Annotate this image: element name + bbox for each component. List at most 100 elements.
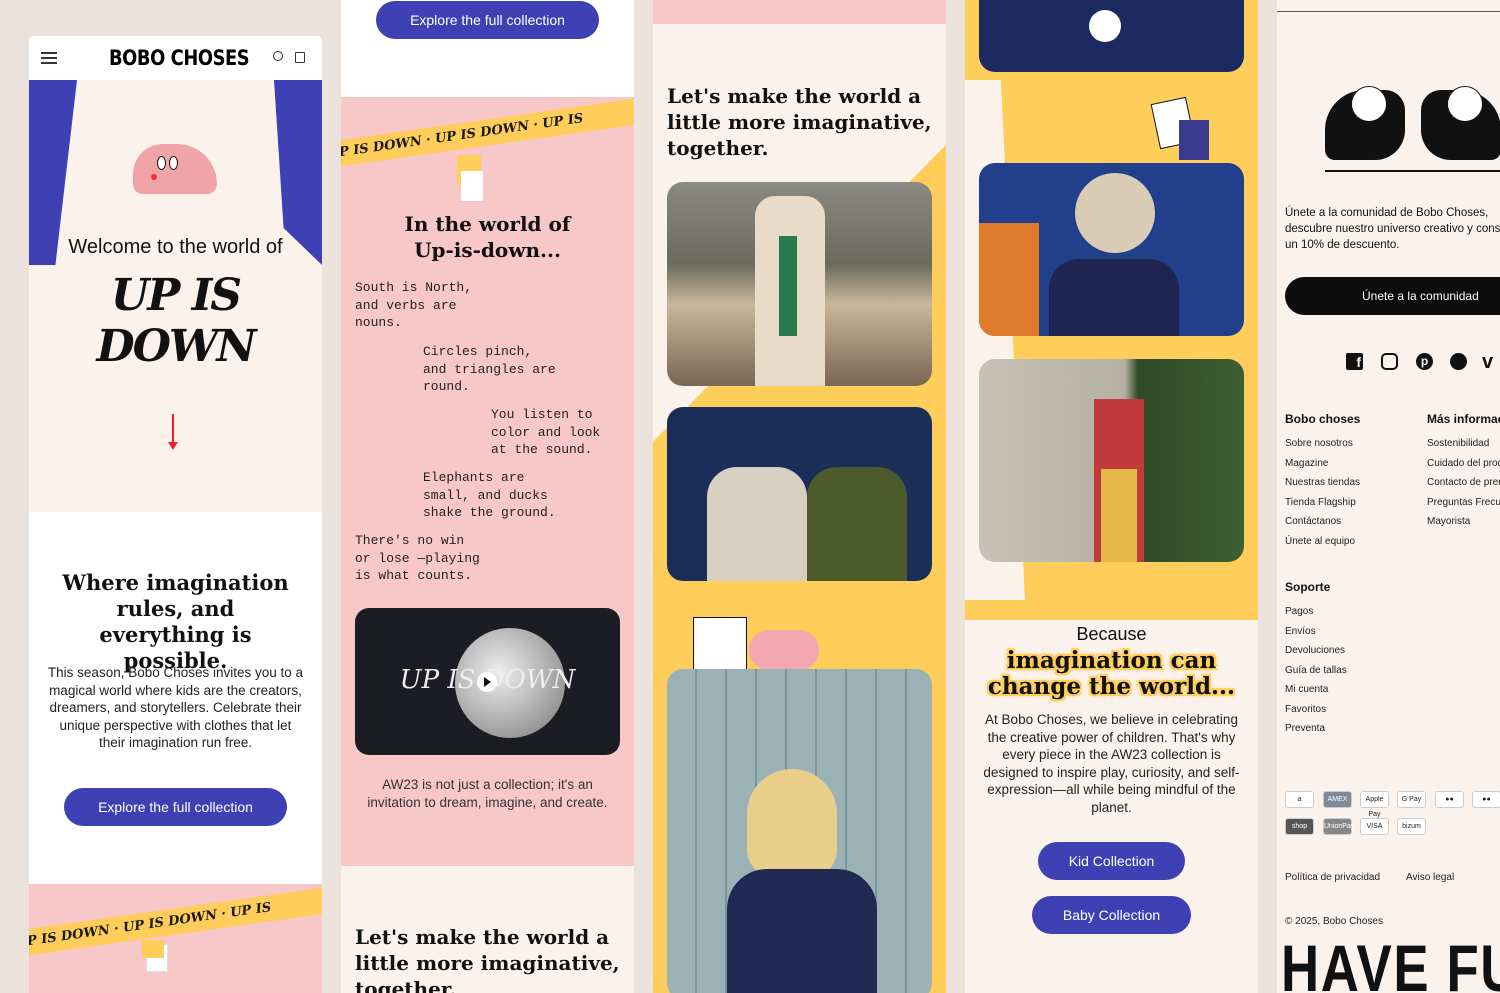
footer-col-title: Bobo choses (1285, 412, 1361, 426)
poem-line-4: Elephants are small, and ducks shake the… (423, 470, 556, 520)
photo-boy-sherpa (667, 182, 932, 386)
amex-icon: AMEX (1323, 791, 1352, 808)
google-pay-icon: G Pay (1397, 791, 1426, 808)
imaginative-heading-2: Let's make the world a little more imagi… (667, 84, 932, 160)
photo-blonde-girl (667, 669, 932, 993)
pinterest-icon[interactable]: p (1416, 353, 1433, 370)
divider (1277, 11, 1500, 12)
bag-icon[interactable] (295, 52, 305, 63)
facebook-icon[interactable]: f (1346, 353, 1363, 370)
search-icon[interactable] (273, 51, 283, 61)
hero-title: UP IS DOWN (96, 270, 256, 372)
poem-line-1: South is North, and verbs are nouns. (355, 280, 473, 330)
video-player[interactable]: UP IS DOWN (355, 608, 620, 755)
footer-col-title: Más información (1427, 412, 1500, 426)
hero-pretitle: Welcome to the world of (68, 236, 283, 258)
menu-icon[interactable] (41, 52, 57, 64)
intro-section: Where imagination rules, and everything … (29, 512, 322, 884)
brand-logo[interactable]: BOBO CHOSES (109, 46, 250, 70)
vimeo-icon[interactable]: v (1482, 351, 1493, 374)
panel-world: Explore the full collection N · UP IS DO… (341, 0, 634, 993)
footer-link[interactable]: Guía de tallas (1285, 661, 1415, 681)
footer-col-support: Soporte Pagos Envíos Devoluciones Guía d… (1285, 580, 1415, 739)
photo-girl-wall (979, 359, 1244, 562)
top-nav: BOBO CHOSES (29, 36, 322, 80)
footer-link[interactable]: Magazine (1285, 454, 1415, 474)
pink-section: N · UP IS DOWN · UP IS DOWN · UP IS (29, 881, 322, 993)
maestro-icon: ●● (1472, 791, 1500, 808)
apple-pay-icon: Apple Pay (1360, 791, 1389, 818)
panel-home: BOBO CHOSES Welcome to the world of UP I… (29, 36, 322, 993)
footer-link[interactable]: Mi cuenta (1285, 680, 1415, 700)
footer-link[interactable]: Nuestras tiendas (1285, 473, 1415, 493)
footer-link[interactable]: Envíos (1285, 622, 1415, 642)
ticker-banner-2: N · UP IS DOWN · UP IS DOWN · UP IS (341, 92, 634, 172)
copyright: © 2025, Bobo Choses (1285, 916, 1383, 927)
footer-link[interactable]: Pagos (1285, 602, 1415, 622)
community-text: Únete a la comunidad de Bobo Choses, des… (1285, 207, 1500, 251)
pipe-character-body (461, 171, 483, 201)
baby-collection-button[interactable]: Baby Collection (1032, 896, 1191, 934)
footer-link[interactable]: Preguntas Frecuentes (1427, 493, 1500, 513)
social-row: f p v (1346, 351, 1500, 374)
because-pre: Because (1076, 624, 1147, 644)
legal-privacy-link[interactable]: Política de privacidad (1285, 872, 1380, 883)
footer-link[interactable]: Contáctanos (1285, 512, 1415, 532)
spotify-icon[interactable] (1450, 353, 1467, 370)
explore-collection-button-2[interactable]: Explore the full collection (376, 1, 599, 39)
footer-link[interactable]: Favoritos (1285, 700, 1415, 720)
ticker-banner: N · UP IS DOWN · UP IS DOWN · UP IS (29, 881, 322, 961)
pipe-character-head (142, 940, 164, 958)
shop-pay-icon: shop (1285, 818, 1314, 835)
highlight-heading: imagination can change the world... (979, 648, 1244, 700)
footer-link[interactable]: Sostenibilidad (1427, 434, 1500, 454)
amazon-pay-icon: a (1285, 791, 1314, 808)
hero: Welcome to the world of UP IS DOWN (29, 80, 322, 512)
panel-because: Because imagination can change the world… (965, 0, 1258, 993)
explore-collection-button[interactable]: Explore the full collection (64, 788, 287, 826)
join-community-button[interactable]: Únete a la comunidad (1285, 277, 1500, 315)
hands-illustration (1325, 60, 1500, 190)
mastercard-icon: ●● (1435, 791, 1464, 808)
mushroom-character (133, 144, 217, 194)
cream-section: Let's make the world a little more imagi… (341, 866, 634, 993)
footer-link[interactable]: Contacto de prensa (1427, 473, 1500, 493)
bizum-icon: bizum (1397, 818, 1426, 835)
footer-link[interactable]: Preventa (1285, 719, 1415, 739)
photo-flower-sweater (979, 0, 1244, 72)
imaginative-heading: Let's make the world a little more imagi… (355, 925, 620, 993)
unionpay-icon: UnionPay (1323, 818, 1354, 835)
footer-link[interactable]: Mayorista (1427, 512, 1500, 532)
footer-link[interactable]: Cuidado del producto (1427, 454, 1500, 474)
intro-body: This season, Bobo Choses invites you to … (47, 665, 304, 750)
notepad-character-body (1179, 120, 1209, 160)
legal-notice-link[interactable]: Aviso legal (1406, 872, 1454, 883)
panel-footer: Únete a la comunidad de Bobo Choses, des… (1277, 0, 1500, 993)
footer-link[interactable]: Únete al equipo (1285, 532, 1415, 552)
footer-col-bobo: Bobo choses Sobre nosotros Magazine Nues… (1285, 412, 1415, 551)
instagram-icon[interactable] (1381, 353, 1398, 370)
footer-col-info: Más información Sostenibilidad Cuidado d… (1427, 412, 1500, 532)
poem-line-5: There's no win or lose —playing is what … (355, 533, 480, 583)
arrow-head (168, 442, 178, 450)
play-icon[interactable] (477, 672, 497, 692)
kid-collection-button[interactable]: Kid Collection (1038, 842, 1185, 880)
video-caption: AW23 is not just a collection; it's an i… (367, 777, 608, 810)
poem-line-3: You listen to color and look at the soun… (491, 407, 601, 457)
world-heading: In the world of Up-is-down... (404, 212, 571, 262)
elephant-character (749, 630, 819, 670)
visa-icon: VISA (1360, 818, 1389, 835)
big-footer-wordmark: HAVE FUN (1281, 931, 1500, 993)
intro-heading: Where imagination rules, and everything … (62, 570, 289, 673)
highlight-heading-text: imagination can change the world... (987, 647, 1236, 700)
footer-col-title: Soporte (1285, 580, 1331, 594)
photo-boy-cap (979, 163, 1244, 336)
footer-link[interactable]: Sobre nosotros (1285, 434, 1415, 454)
because-body: At Bobo Choses, we believe in celebratin… (983, 712, 1240, 815)
pink-world-section: N · UP IS DOWN · UP IS DOWN · UP IS In t… (341, 92, 634, 866)
pink-strip (653, 0, 946, 24)
footer-link[interactable]: Tienda Flagship (1285, 493, 1415, 513)
poem-line-2: Circles pinch, and triangles are round. (423, 344, 556, 394)
panel-imaginative: Let's make the world a little more imagi… (653, 0, 946, 993)
footer-link[interactable]: Devoluciones (1285, 641, 1415, 661)
